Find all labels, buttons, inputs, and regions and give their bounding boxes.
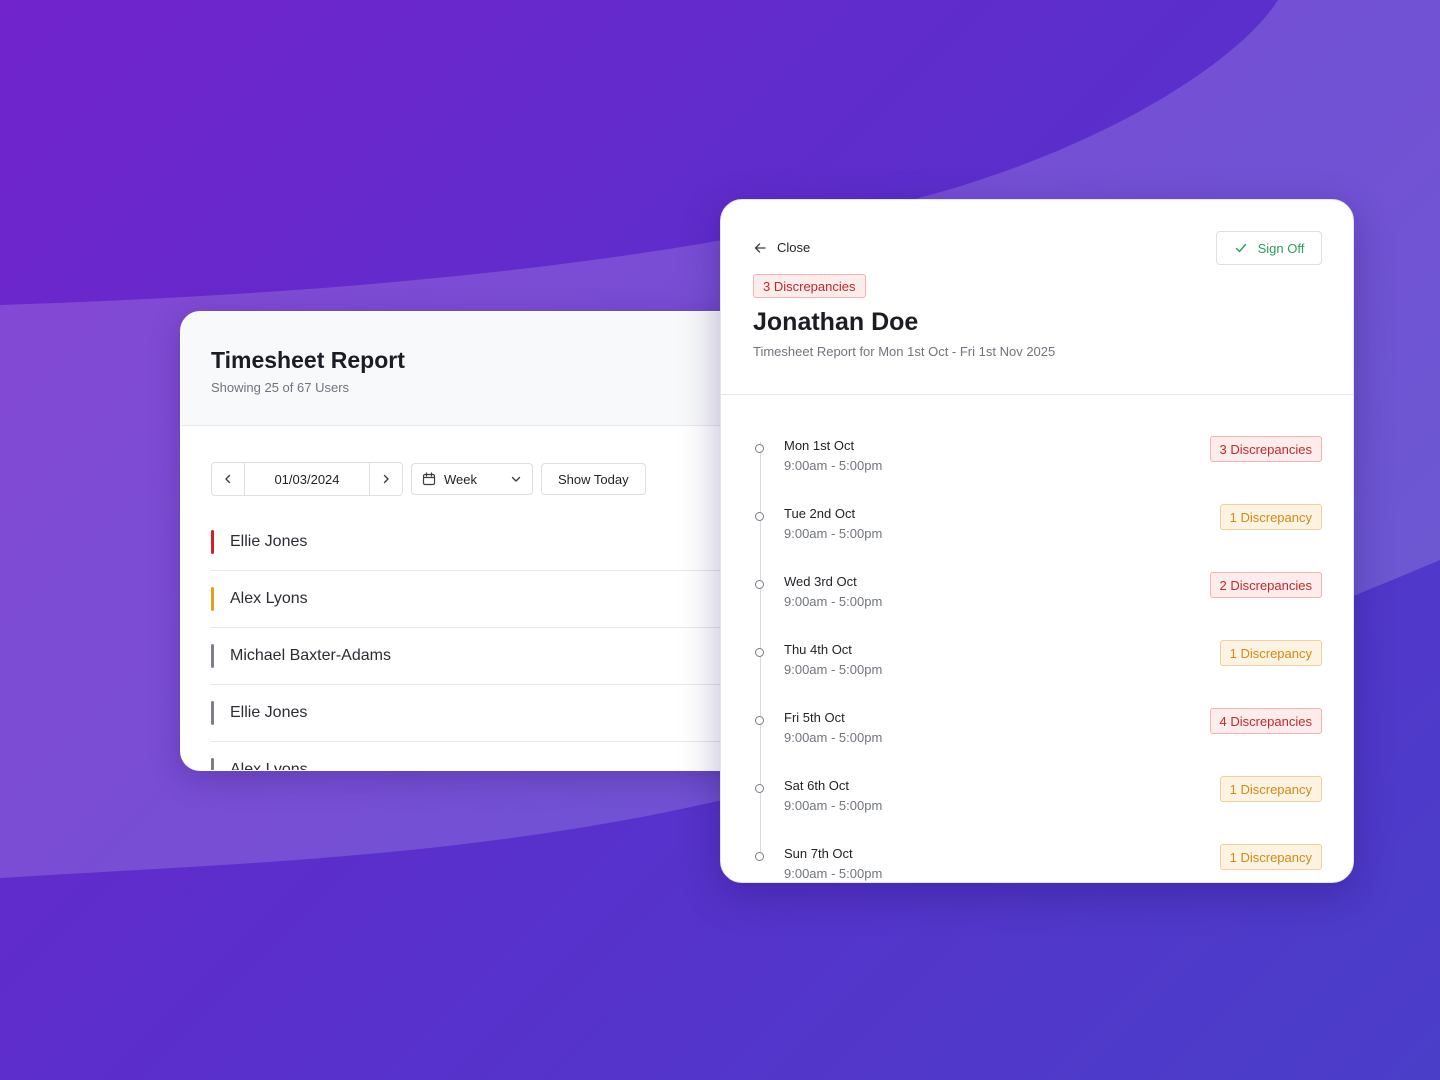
employee-name: Jonathan Doe [753, 308, 919, 336]
discrepancy-badge[interactable]: 4 Discrepancies [1209, 708, 1322, 734]
discrepancy-badge[interactable]: 1 Discrepancy [1219, 844, 1322, 870]
day-hours: 9:00am - 5:00pm [784, 662, 883, 677]
sign-off-button[interactable]: Sign Off [1216, 231, 1322, 265]
user-count-subtitle: Showing 25 of 67 Users [211, 380, 350, 395]
sign-off-label: Sign Off [1257, 240, 1305, 256]
next-date-button[interactable] [369, 463, 402, 495]
date-picker: 01/03/2024 [211, 462, 403, 496]
timeline-day[interactable]: Thu 4th Oct 9:00am - 5:00pm 1 Discrepanc… [721, 640, 1353, 690]
user-name: Michael Baxter-Adams [230, 647, 391, 664]
day-label: Sun 7th Oct [784, 846, 853, 861]
user-name: Alex Lyons [230, 590, 308, 607]
user-status-bar [211, 701, 214, 725]
check-icon [1235, 243, 1246, 253]
user-name: Ellie Jones [230, 704, 308, 721]
report-date-range: Timesheet Report for Mon 1st Oct - Fri 1… [753, 344, 1056, 359]
day-label: Thu 4th Oct [784, 642, 852, 657]
timeline-day[interactable]: Fri 5th Oct 9:00am - 5:00pm 4 Discrepanc… [721, 708, 1353, 758]
report-header: Timesheet Report Showing 25 of 67 Users [181, 312, 781, 426]
arrow-left-icon [754, 242, 766, 253]
day-label: Fri 5th Oct [784, 710, 845, 725]
timeline-day[interactable]: Mon 1st Oct 9:00am - 5:00pm 3 Discrepanc… [721, 436, 1353, 486]
timeline-day[interactable]: Tue 2nd Oct 9:00am - 5:00pm 1 Discrepanc… [721, 504, 1353, 554]
timeline-dot [755, 444, 764, 453]
timeline-dot [755, 648, 764, 657]
chevron-right-icon [383, 474, 389, 484]
chevron-left-icon [225, 474, 231, 484]
discrepancy-summary-badge: 3 Discrepancies [753, 274, 866, 298]
timesheet-detail-panel: Close Sign Off 3 Discrepancies Jonathan … [720, 199, 1354, 883]
date-controls: 01/03/2024 Week Show Today [211, 462, 646, 496]
show-today-button[interactable]: Show Today [541, 463, 646, 495]
user-row[interactable]: Ellie Jones [211, 514, 781, 571]
timeline-day[interactable]: Wed 3rd Oct 9:00am - 5:00pm 2 Discrepanc… [721, 572, 1353, 622]
day-hours: 9:00am - 5:00pm [784, 594, 883, 609]
day-hours: 9:00am - 5:00pm [784, 526, 883, 541]
timeline-dot [755, 784, 764, 793]
user-status-bar [211, 644, 214, 668]
day-hours: 9:00am - 5:00pm [784, 798, 883, 813]
previous-date-button[interactable] [212, 463, 245, 495]
discrepancy-badge[interactable]: 3 Discrepancies [1209, 436, 1322, 462]
user-row[interactable]: Alex Lyons [211, 742, 781, 771]
day-label: Mon 1st Oct [784, 438, 855, 453]
date-input[interactable]: 01/03/2024 [245, 463, 369, 495]
day-hours: 9:00am - 5:00pm [784, 458, 883, 473]
user-list: Ellie Jones Alex Lyons Michael Baxter-Ad… [211, 514, 781, 771]
timeline-day[interactable]: Sun 7th Oct 9:00am - 5:00pm 1 Discrepanc… [721, 844, 1353, 882]
page-title: Timesheet Report [211, 347, 405, 373]
user-row[interactable]: Ellie Jones [211, 685, 781, 742]
header-divider [721, 394, 1353, 395]
discrepancy-badge[interactable]: 1 Discrepancy [1219, 640, 1322, 666]
day-hours: 9:00am - 5:00pm [784, 730, 883, 745]
timeline-day[interactable]: Sat 6th Oct 9:00am - 5:00pm 1 Discrepanc… [721, 776, 1353, 826]
user-status-bar [211, 758, 214, 770]
user-name: Ellie Jones [230, 533, 308, 550]
day-label: Tue 2nd Oct [784, 506, 856, 521]
discrepancy-badge[interactable]: 2 Discrepancies [1209, 572, 1322, 598]
discrepancy-badge[interactable]: 1 Discrepancy [1219, 504, 1322, 530]
timeline-dot [755, 852, 764, 861]
period-select[interactable]: Week [411, 463, 533, 495]
user-row[interactable]: Alex Lyons [211, 571, 781, 628]
user-row[interactable]: Michael Baxter-Adams [211, 628, 781, 685]
timesheet-report-card: Timesheet Report Showing 25 of 67 Users … [180, 311, 782, 771]
day-label: Wed 3rd Oct [784, 574, 857, 589]
close-label: Close [777, 240, 811, 255]
calendar-icon [422, 472, 436, 486]
day-label: Sat 6th Oct [784, 778, 850, 793]
timeline-dot [755, 580, 764, 589]
user-status-bar [211, 530, 214, 554]
close-button[interactable]: Close [753, 240, 810, 255]
timeline-dot [755, 512, 764, 521]
user-name: Alex Lyons [230, 761, 308, 771]
period-select-value: Week [444, 471, 477, 487]
timeline-dot [755, 716, 764, 725]
discrepancy-badge[interactable]: 1 Discrepancy [1219, 776, 1322, 802]
user-status-bar [211, 587, 214, 611]
day-hours: 9:00am - 5:00pm [784, 866, 883, 881]
chevron-down-icon [511, 476, 521, 482]
